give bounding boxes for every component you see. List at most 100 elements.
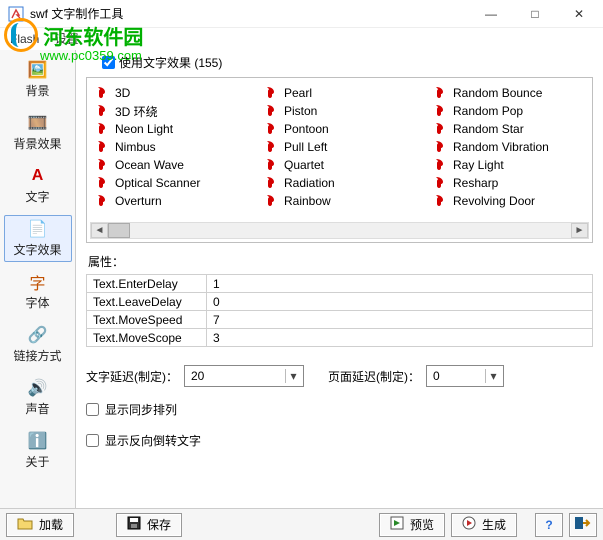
sidebar-item-link[interactable]: 🔗 链接方式	[4, 321, 72, 368]
page-delay-combo[interactable]: 0 ▾	[426, 365, 504, 387]
sidebar-item-label: 文字效果	[13, 241, 61, 258]
flash-icon	[433, 158, 447, 172]
property-value[interactable]: 7	[207, 311, 593, 329]
effect-item-label: Rainbow	[284, 194, 331, 208]
main-content: 使用文字效果 (155) 3D3D 环绕Neon LightNimbusOcea…	[76, 50, 603, 508]
effect-item[interactable]: 3D 环绕	[95, 102, 246, 120]
flash-icon	[95, 158, 109, 172]
effect-item-label: Neon Light	[115, 122, 173, 136]
flash-icon	[433, 86, 447, 100]
effect-item-label: 3D	[115, 86, 130, 100]
effect-item-label: Nimbus	[115, 140, 156, 154]
table-row[interactable]: Text.MoveSpeed7	[87, 311, 593, 329]
generate-icon	[462, 516, 476, 533]
scroll-left-arrow-icon[interactable]: ◄	[91, 223, 108, 238]
effect-item-label: Random Pop	[453, 104, 523, 118]
sidebar-item-text[interactable]: A 文字	[4, 162, 72, 209]
generate-button[interactable]: 生成	[451, 513, 517, 537]
text-delay-combo[interactable]: 20 ▾	[184, 365, 304, 387]
preview-button[interactable]: 预览	[379, 513, 445, 537]
flash-icon	[433, 104, 447, 118]
text-icon: A	[28, 166, 48, 186]
sidebar-item-text-effect[interactable]: 📄 文字效果	[4, 215, 72, 262]
save-button-label: 保存	[147, 516, 171, 533]
load-button[interactable]: 加载	[6, 513, 74, 537]
text-delay-label: 文字延迟(制定)：	[86, 368, 178, 385]
effect-item[interactable]: Pull Left	[264, 138, 415, 156]
open-folder-icon	[17, 516, 33, 533]
save-button[interactable]: 保存	[116, 513, 182, 537]
effect-item-label: Revolving Door	[453, 194, 535, 208]
flash-icon	[264, 158, 278, 172]
property-value[interactable]: 3	[207, 329, 593, 347]
scroll-track[interactable]	[108, 223, 571, 238]
effect-item[interactable]: Nimbus	[95, 138, 246, 156]
properties-table[interactable]: Text.EnterDelay1Text.LeaveDelay0Text.Mov…	[86, 274, 593, 347]
show-reverse-label: 显示反向倒转文字	[105, 432, 201, 449]
menu-settings[interactable]: 设置	[55, 32, 79, 46]
effects-horizontal-scrollbar[interactable]: ◄ ►	[90, 222, 589, 239]
effect-item[interactable]: Random Pop	[433, 102, 584, 120]
maximize-button[interactable]: □	[513, 0, 557, 28]
effect-item[interactable]: Rainbow	[264, 192, 415, 210]
effect-item[interactable]: 3D	[95, 84, 246, 102]
effect-item[interactable]: Pearl	[264, 84, 415, 102]
exit-icon	[575, 516, 591, 533]
link-icon: 🔗	[28, 325, 48, 345]
show-sync-checkbox[interactable]	[86, 403, 99, 416]
flash-icon	[433, 176, 447, 190]
help-button[interactable]: ?	[535, 513, 563, 537]
property-key: Text.MoveSpeed	[87, 311, 207, 329]
effect-item[interactable]: Random Star	[433, 120, 584, 138]
effect-item[interactable]: Ocean Wave	[95, 156, 246, 174]
effect-item[interactable]: Neon Light	[95, 120, 246, 138]
effect-item-label: Piston	[284, 104, 317, 118]
table-row[interactable]: Text.MoveScope3	[87, 329, 593, 347]
minimize-button[interactable]: —	[469, 0, 513, 28]
use-text-effect-checkbox[interactable]	[102, 56, 115, 69]
sidebar-item-bg-effect[interactable]: 🎞️ 背景效果	[4, 109, 72, 156]
text-delay-value: 20	[191, 369, 204, 383]
effect-item[interactable]: Resharp	[433, 174, 584, 192]
font-icon: 字	[28, 272, 48, 292]
effect-item[interactable]: Optical Scanner	[95, 174, 246, 192]
effect-item[interactable]: Radiation	[264, 174, 415, 192]
table-row[interactable]: Text.LeaveDelay0	[87, 293, 593, 311]
flash-icon	[433, 140, 447, 154]
effect-item[interactable]: Quartet	[264, 156, 415, 174]
effect-item[interactable]: Revolving Door	[433, 192, 584, 210]
effect-item-label: Ray Light	[453, 158, 504, 172]
chevron-down-icon: ▾	[285, 369, 301, 383]
flash-icon	[433, 122, 447, 136]
effects-listbox[interactable]: 3D 3D 环绕 Neon Light Nimbus Ocean Wave Optical…	[86, 77, 593, 243]
scroll-right-arrow-icon[interactable]: ►	[571, 223, 588, 238]
sidebar-item-label: 声音	[25, 400, 49, 417]
table-row[interactable]: Text.EnterDelay1	[87, 275, 593, 293]
sound-icon: 🔊	[28, 378, 48, 398]
sidebar-item-background[interactable]: 🖼️ 背景	[4, 56, 72, 103]
effect-item[interactable]: Ray Light	[433, 156, 584, 174]
effect-item[interactable]: Overturn	[95, 192, 246, 210]
effect-item[interactable]: Random Bounce	[433, 84, 584, 102]
menu-flash[interactable]: Flash	[10, 32, 39, 46]
preview-icon	[390, 516, 404, 533]
generate-button-label: 生成	[482, 516, 506, 533]
flash-icon	[264, 140, 278, 154]
exit-button[interactable]	[569, 513, 597, 537]
effect-item-label: Optical Scanner	[115, 176, 200, 190]
sidebar-item-about[interactable]: ℹ️ 关于	[4, 427, 72, 474]
sidebar-item-label: 文字	[25, 188, 49, 205]
scroll-thumb[interactable]	[108, 223, 130, 238]
sidebar-item-sound[interactable]: 🔊 声音	[4, 374, 72, 421]
app-icon	[8, 6, 24, 22]
property-value[interactable]: 0	[207, 293, 593, 311]
effect-item[interactable]: Piston	[264, 102, 415, 120]
effect-item[interactable]: Pontoon	[264, 120, 415, 138]
property-key: Text.LeaveDelay	[87, 293, 207, 311]
property-value[interactable]: 1	[207, 275, 593, 293]
close-button[interactable]: ✕	[557, 0, 601, 28]
about-icon: ℹ️	[28, 431, 48, 451]
show-reverse-checkbox[interactable]	[86, 434, 99, 447]
sidebar-item-font[interactable]: 字 字体	[4, 268, 72, 315]
effect-item[interactable]: Random Vibration	[433, 138, 584, 156]
